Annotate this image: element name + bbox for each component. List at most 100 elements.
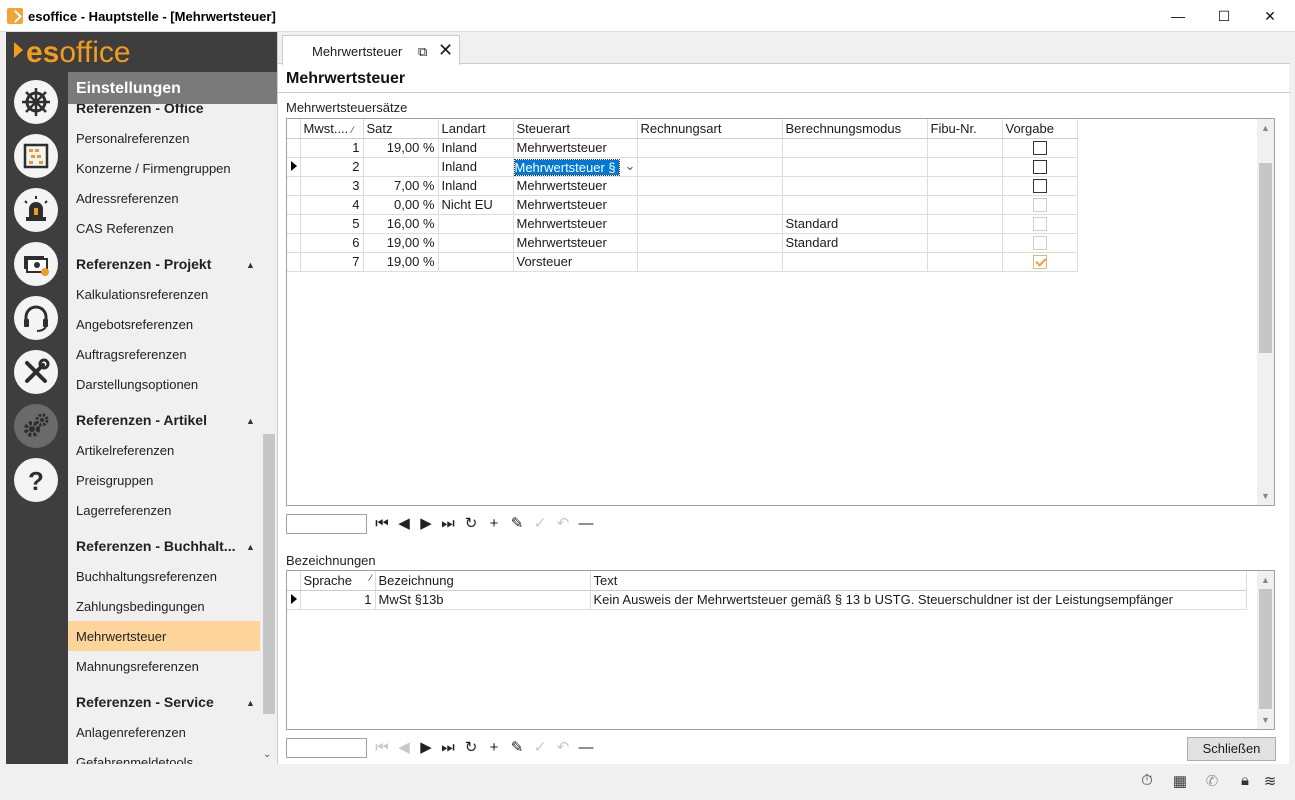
headset-icon[interactable] [14,296,58,340]
alarm-light-icon[interactable] [14,188,58,232]
cell-vorgabe[interactable] [1002,233,1078,253]
next-record-icon[interactable]: ▶ [416,739,436,757]
tab-mehrwertsteuer[interactable]: Mehrwertsteuer ⧉ ✕ [282,35,460,65]
nav-item-gefahrenmeldetools[interactable]: Gefahrenmeldetools [68,747,260,764]
record-input[interactable] [286,514,367,534]
cell-landart[interactable]: Nicht EU [438,195,514,215]
vorgabe-checkbox[interactable] [1032,160,1047,175]
cell-satz[interactable]: 16,00 % [363,214,439,234]
first-record-icon[interactable]: ⏮ [372,515,392,533]
table-row[interactable]: 1 MwSt §13b Kein Ausweis der Mehrwertste… [287,590,1247,610]
prev-record-icon[interactable]: ◀ [394,739,414,757]
cell-vorgabe[interactable] [1002,157,1078,177]
vorgabe-checkbox[interactable] [1032,236,1047,251]
column-header-satz[interactable]: Satz [363,119,439,139]
record-input[interactable] [286,738,367,758]
cell-berechnungsmodus[interactable] [782,176,928,196]
prev-record-icon[interactable]: ◀ [394,515,414,533]
nav-item-angebotsreferenzen[interactable]: Angebotsreferenzen [68,309,260,339]
cell-mwst[interactable]: 6 [300,233,364,253]
column-header-landart[interactable]: Landart [438,119,514,139]
cell-landart[interactable]: Inland [438,138,514,158]
cell-satz[interactable]: 0,00 % [363,195,439,215]
table-row[interactable]: 4 0,00 % Nicht EU Mehrwertsteuer [287,195,1078,215]
column-header-berechnungsmodus[interactable]: Berechnungsmodus [782,119,928,139]
tools-icon[interactable] [14,350,58,394]
close-tab-icon[interactable]: ✕ [438,40,453,61]
column-header-mwst[interactable]: Mwst.... ⁄ [300,119,364,139]
vorgabe-checkbox[interactable] [1032,217,1047,232]
scrollbar-thumb[interactable] [1259,589,1272,709]
nav-item-darstellungsoptionen[interactable]: Darstellungsoptionen [68,369,260,399]
cell-vorgabe[interactable] [1002,176,1078,196]
nav-item-artikelreferenzen[interactable]: Artikelreferenzen [68,435,260,465]
column-header-sprache[interactable]: Sprache ⁄ [300,571,376,591]
nav-item-auftragsreferenzen[interactable]: Auftragsreferenzen [68,339,260,369]
scroll-up-icon[interactable]: ▲ [1261,123,1270,133]
collapse-caret-icon[interactable]: ▲ [246,698,255,708]
cell-steuerart[interactable]: Mehrwertsteuer [513,214,638,234]
cell-mwst[interactable]: 5 [300,214,364,234]
steuerart-editor[interactable]: Mehrwertsteuer § [513,158,620,175]
phone-icon[interactable]: ✆ [1203,772,1221,790]
minimize-button[interactable]: — [1155,0,1201,32]
cell-sprache[interactable]: 1 [300,590,376,610]
stopwatch-icon[interactable]: ⏱ [1138,772,1156,790]
cell-fibu[interactable] [927,252,1003,272]
next-record-icon[interactable]: ▶ [416,515,436,533]
dropdown-chevron-icon[interactable]: ⌄ [625,158,636,173]
cell-steuerart[interactable]: Mehrwertsteuer [513,195,638,215]
cell-mwst[interactable]: 2 [300,157,364,177]
database-icon[interactable]: ≋ [1261,772,1279,790]
descriptions-scrollbar[interactable]: ▲ ▼ [1257,571,1274,729]
close-button[interactable]: Schließen [1187,737,1276,761]
table-row[interactable]: 6 19,00 % Mehrwertsteuer Standard [287,233,1078,253]
nav-item-zahlungsbedingungen[interactable]: Zahlungsbedingungen [68,591,260,621]
scroll-down-icon[interactable]: ▼ [1261,715,1270,725]
cell-steuerart[interactable]: Vorsteuer [513,252,638,272]
money-icon[interactable] [14,242,58,286]
cell-steuerart[interactable]: Mehrwertsteuer [513,233,638,253]
edit-icon[interactable]: ✎ [507,739,527,757]
cell-satz[interactable]: 19,00 % [363,252,439,272]
close-window-button[interactable]: ✕ [1247,0,1293,32]
vorgabe-checkbox[interactable] [1032,198,1047,213]
rates-scrollbar[interactable]: ▲ ▼ [1257,119,1274,505]
nav-item-adressreferenzen[interactable]: Adressreferenzen [68,183,260,213]
cell-satz[interactable]: 19,00 % [363,233,439,253]
cell-rechnungsart[interactable] [637,176,783,196]
descriptions-grid[interactable]: Sprache ⁄ Bezeichnung Text 1 MwSt §13b K… [286,570,1275,730]
cell-text[interactable]: Kein Ausweis der Mehrwertsteuer gemäß § … [590,590,1247,610]
cell-fibu[interactable] [927,214,1003,234]
nav-item-kalkulationsreferenzen[interactable]: Kalkulationsreferenzen [68,279,260,309]
nav-item-buchhaltungsreferenzen[interactable]: Buchhaltungsreferenzen [68,561,260,591]
rates-grid[interactable]: Mwst.... ⁄ Satz Landart Steuerart Rechnu… [286,118,1275,506]
cell-mwst[interactable]: 4 [300,195,364,215]
nav-item-mehrwertsteuer[interactable]: Mehrwertsteuer [68,621,260,651]
section-title[interactable]: Referenzen - Projekt [76,256,211,272]
cell-berechnungsmodus[interactable] [782,195,928,215]
scroll-up-icon[interactable]: ▲ [1261,575,1270,585]
lock-icon[interactable]: 🔒︎ [1236,772,1254,790]
nav-item-konzerne[interactable]: Konzerne / Firmengruppen [68,153,260,183]
cell-berechnungsmodus[interactable]: Standard [782,214,928,234]
cell-berechnungsmodus[interactable] [782,157,928,177]
cell-bezeichnung[interactable]: MwSt §13b [375,590,591,610]
section-title[interactable]: Referenzen - Service [76,694,214,710]
scroll-down-icon[interactable]: ⌄ [263,749,271,760]
scroll-down-icon[interactable]: ▼ [1261,491,1270,501]
table-row[interactable]: 7 19,00 % Vorsteuer [287,252,1078,272]
nav-item-lagerreferenzen[interactable]: Lagerreferenzen [68,495,260,525]
cell-landart[interactable]: Inland [438,157,514,177]
cell-fibu[interactable] [927,195,1003,215]
cell-satz[interactable]: 19,00 % [363,138,439,158]
scrollbar-thumb[interactable] [1259,163,1272,353]
column-header-steuerart[interactable]: Steuerart [513,119,638,139]
cell-rechnungsart[interactable] [637,214,783,234]
cell-mwst[interactable]: 7 [300,252,364,272]
help-icon[interactable]: ? [14,458,58,502]
cell-fibu[interactable] [927,157,1003,177]
cell-fibu[interactable] [927,233,1003,253]
nav-scrollbar[interactable]: ⌄ [260,104,277,764]
add-icon[interactable]: + [484,515,504,533]
